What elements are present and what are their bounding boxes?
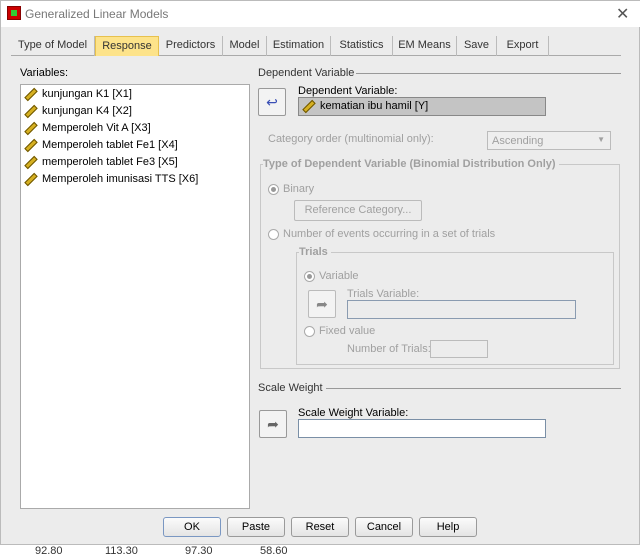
category-order-value: Ascending bbox=[492, 135, 544, 147]
divider bbox=[356, 73, 621, 74]
variable-label: kunjungan K4 [X2] bbox=[42, 105, 132, 117]
trials-variable-field[interactable] bbox=[347, 300, 576, 319]
ok-button[interactable]: OK bbox=[163, 517, 221, 537]
tab-export[interactable]: Export bbox=[497, 36, 549, 56]
scale-variable-icon bbox=[24, 138, 38, 152]
dependent-section-label: Dependent Variable bbox=[258, 67, 355, 79]
binary-radio[interactable]: Binary bbox=[268, 183, 314, 195]
category-order-label: Category order (multinomial only): bbox=[268, 133, 434, 145]
variables-label: Variables: bbox=[20, 67, 69, 79]
variable-label: Variable bbox=[319, 270, 359, 282]
reference-category-button[interactable]: Reference Category... bbox=[294, 200, 422, 221]
number-of-trials-label: Number of Trials: bbox=[347, 343, 431, 355]
move-dependent-button[interactable]: ↩ bbox=[258, 88, 286, 116]
scale-variable-icon bbox=[24, 87, 38, 101]
binary-label: Binary bbox=[283, 183, 315, 195]
dialog-window: Generalized Linear Models ✕ Type of Mode… bbox=[0, 0, 640, 545]
arrow-left-icon: ↩ bbox=[266, 94, 278, 110]
radio-icon bbox=[304, 270, 315, 282]
arrow-right-icon: ➦ bbox=[267, 416, 279, 432]
list-item[interactable]: Memperoleh imunisasi TTS [X6] bbox=[23, 171, 198, 188]
events-radio[interactable]: Number of events occurring in a set of t… bbox=[268, 228, 495, 240]
number-of-trials-field[interactable] bbox=[430, 340, 488, 358]
category-order-select[interactable]: Ascending ▼ bbox=[487, 131, 611, 150]
window-title: Generalized Linear Models bbox=[25, 7, 169, 21]
close-icon[interactable]: ✕ bbox=[616, 4, 629, 24]
move-scale-weight-button[interactable]: ➦ bbox=[259, 410, 287, 438]
variable-label: memperoleh tablet Fe3 [X5] bbox=[42, 156, 178, 168]
reset-button[interactable]: Reset bbox=[291, 517, 349, 537]
list-item[interactable]: Memperoleh Vit A [X3] bbox=[23, 120, 151, 137]
list-item[interactable]: Memperoleh tablet Fe1 [X4] bbox=[23, 137, 178, 154]
dependent-variable-value: kematian ibu hamil [Y] bbox=[320, 100, 429, 112]
cancel-button[interactable]: Cancel bbox=[355, 517, 413, 537]
scale-weight-field[interactable] bbox=[298, 419, 546, 438]
dependent-variable-field[interactable]: kematian ibu hamil [Y] bbox=[298, 97, 546, 116]
tab-em-means[interactable]: EM Means bbox=[393, 36, 457, 56]
move-trials-variable-button[interactable]: ➦ bbox=[308, 290, 336, 318]
scale-variable-icon bbox=[24, 155, 38, 169]
radio-icon bbox=[268, 228, 279, 240]
type-group-title: Type of Dependent Variable (Binomial Dis… bbox=[263, 158, 559, 170]
tab-bar: Type of Model Response Predictors Model … bbox=[11, 36, 621, 56]
scale-variable-icon bbox=[24, 104, 38, 118]
tab-type-of-model[interactable]: Type of Model bbox=[11, 36, 95, 56]
tab-response[interactable]: Response bbox=[95, 36, 159, 56]
variable-label: Memperoleh imunisasi TTS [X6] bbox=[42, 173, 199, 185]
trials-variable-label: Trials Variable: bbox=[347, 288, 420, 300]
dependent-field-label: Dependent Variable: bbox=[298, 85, 398, 97]
background-cell: 92.80 bbox=[35, 545, 63, 557]
scale-variable-icon bbox=[24, 121, 38, 135]
title-bar: Generalized Linear Models ✕ bbox=[1, 1, 640, 27]
scale-variable-icon bbox=[302, 99, 316, 113]
chevron-down-icon: ▼ bbox=[597, 135, 605, 144]
background-cell: 113.30 bbox=[105, 545, 138, 557]
events-label: Number of events occurring in a set of t… bbox=[283, 228, 496, 240]
scale-weight-field-label: Scale Weight Variable: bbox=[298, 407, 409, 419]
variable-label: Memperoleh tablet Fe1 [X4] bbox=[42, 139, 178, 151]
app-icon bbox=[7, 6, 21, 20]
tab-estimation[interactable]: Estimation bbox=[267, 36, 331, 56]
tab-statistics[interactable]: Statistics bbox=[331, 36, 393, 56]
trials-group-title: Trials bbox=[299, 246, 331, 258]
variables-list[interactable]: kunjungan K1 [X1] kunjungan K4 [X2] Memp… bbox=[20, 84, 250, 509]
tab-model[interactable]: Model bbox=[223, 36, 267, 56]
variable-label: kunjungan K1 [X1] bbox=[42, 88, 132, 100]
radio-icon bbox=[268, 183, 279, 195]
list-item[interactable]: kunjungan K1 [X1] bbox=[23, 86, 132, 103]
trials-variable-radio[interactable]: Variable bbox=[304, 270, 359, 282]
tab-save[interactable]: Save bbox=[457, 36, 497, 56]
fixed-value-label: Fixed value bbox=[319, 325, 376, 337]
help-button[interactable]: Help bbox=[419, 517, 477, 537]
background-cell: 97.30 bbox=[185, 545, 213, 557]
arrow-right-icon: ➦ bbox=[316, 296, 328, 312]
scale-variable-icon bbox=[24, 172, 38, 186]
fixed-value-radio[interactable]: Fixed value bbox=[304, 325, 375, 337]
background-cell: 58.60 bbox=[260, 545, 288, 557]
paste-button[interactable]: Paste bbox=[227, 517, 285, 537]
tab-predictors[interactable]: Predictors bbox=[159, 36, 223, 56]
list-item[interactable]: memperoleh tablet Fe3 [X5] bbox=[23, 154, 178, 171]
divider bbox=[326, 388, 621, 389]
radio-icon bbox=[304, 325, 315, 337]
list-item[interactable]: kunjungan K4 [X2] bbox=[23, 103, 132, 120]
variable-label: Memperoleh Vit A [X3] bbox=[42, 122, 151, 134]
scale-weight-section-label: Scale Weight bbox=[258, 382, 323, 394]
